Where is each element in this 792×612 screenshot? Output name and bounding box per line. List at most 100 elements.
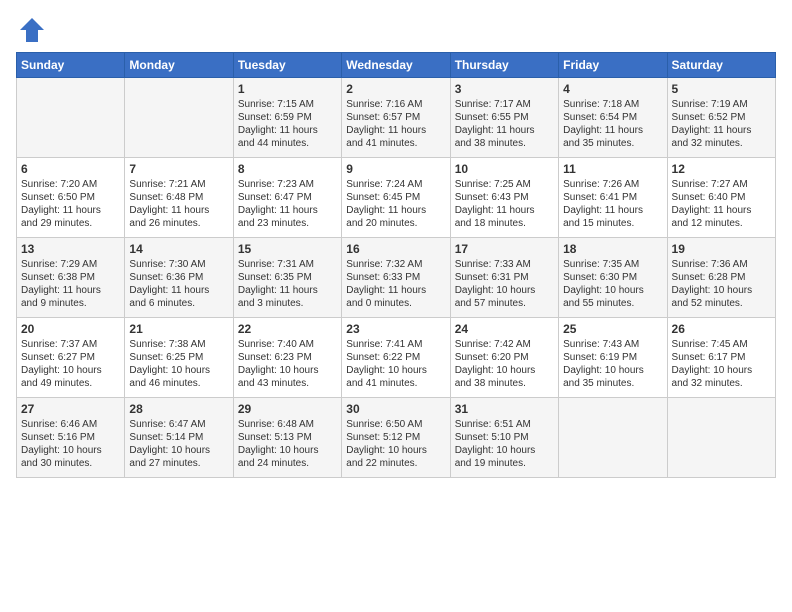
calendar-week-row: 20 Sunrise: 7:37 AM Sunset: 6:27 PM Dayli… <box>17 318 776 398</box>
day-number: 7 <box>129 162 228 176</box>
day-number: 17 <box>455 242 554 256</box>
calendar-cell: 12 Sunrise: 7:27 AM Sunset: 6:40 PM Dayli… <box>667 158 775 238</box>
calendar-cell: 24 Sunrise: 7:42 AM Sunset: 6:20 PM Dayli… <box>450 318 558 398</box>
cell-content: Sunrise: 7:24 AM Sunset: 6:45 PM Dayligh… <box>346 178 445 230</box>
cell-content: Sunrise: 7:40 AM Sunset: 6:23 PM Dayligh… <box>238 338 337 390</box>
day-number: 4 <box>563 82 662 96</box>
calendar-cell <box>559 398 667 478</box>
cell-content: Sunrise: 7:32 AM Sunset: 6:33 PM Dayligh… <box>346 258 445 310</box>
cell-content: Sunrise: 7:27 AM Sunset: 6:40 PM Dayligh… <box>672 178 771 230</box>
day-number: 27 <box>21 402 120 416</box>
calendar-cell: 15 Sunrise: 7:31 AM Sunset: 6:35 PM Dayli… <box>233 238 341 318</box>
cell-content: Sunrise: 7:23 AM Sunset: 6:47 PM Dayligh… <box>238 178 337 230</box>
calendar-cell: 27 Sunrise: 6:46 AM Sunset: 5:16 PM Dayli… <box>17 398 125 478</box>
cell-content: Sunrise: 7:41 AM Sunset: 6:22 PM Dayligh… <box>346 338 445 390</box>
day-number: 15 <box>238 242 337 256</box>
calendar-cell: 28 Sunrise: 6:47 AM Sunset: 5:14 PM Dayli… <box>125 398 233 478</box>
calendar-cell: 4 Sunrise: 7:18 AM Sunset: 6:54 PM Daylig… <box>559 78 667 158</box>
cell-content: Sunrise: 7:18 AM Sunset: 6:54 PM Dayligh… <box>563 98 662 150</box>
calendar-cell: 30 Sunrise: 6:50 AM Sunset: 5:12 PM Dayli… <box>342 398 450 478</box>
day-number: 8 <box>238 162 337 176</box>
cell-content: Sunrise: 7:19 AM Sunset: 6:52 PM Dayligh… <box>672 98 771 150</box>
calendar-cell: 26 Sunrise: 7:45 AM Sunset: 6:17 PM Dayli… <box>667 318 775 398</box>
day-number: 14 <box>129 242 228 256</box>
cell-content: Sunrise: 6:47 AM Sunset: 5:14 PM Dayligh… <box>129 418 228 470</box>
calendar-cell <box>667 398 775 478</box>
day-number: 10 <box>455 162 554 176</box>
calendar-cell: 6 Sunrise: 7:20 AM Sunset: 6:50 PM Daylig… <box>17 158 125 238</box>
cell-content: Sunrise: 7:45 AM Sunset: 6:17 PM Dayligh… <box>672 338 771 390</box>
calendar-cell: 14 Sunrise: 7:30 AM Sunset: 6:36 PM Dayli… <box>125 238 233 318</box>
cell-content: Sunrise: 6:50 AM Sunset: 5:12 PM Dayligh… <box>346 418 445 470</box>
calendar-cell: 8 Sunrise: 7:23 AM Sunset: 6:47 PM Daylig… <box>233 158 341 238</box>
page-header <box>16 16 776 44</box>
cell-content: Sunrise: 7:30 AM Sunset: 6:36 PM Dayligh… <box>129 258 228 310</box>
day-number: 12 <box>672 162 771 176</box>
header-thursday: Thursday <box>450 53 558 78</box>
cell-content: Sunrise: 7:38 AM Sunset: 6:25 PM Dayligh… <box>129 338 228 390</box>
calendar-cell: 18 Sunrise: 7:35 AM Sunset: 6:30 PM Dayli… <box>559 238 667 318</box>
calendar-cell: 23 Sunrise: 7:41 AM Sunset: 6:22 PM Dayli… <box>342 318 450 398</box>
day-number: 29 <box>238 402 337 416</box>
calendar-cell: 22 Sunrise: 7:40 AM Sunset: 6:23 PM Dayli… <box>233 318 341 398</box>
cell-content: Sunrise: 7:25 AM Sunset: 6:43 PM Dayligh… <box>455 178 554 230</box>
calendar-cell: 21 Sunrise: 7:38 AM Sunset: 6:25 PM Dayli… <box>125 318 233 398</box>
calendar-cell: 7 Sunrise: 7:21 AM Sunset: 6:48 PM Daylig… <box>125 158 233 238</box>
calendar-cell: 31Sunrise: 6:51 AM Sunset: 5:10 PM Dayli… <box>450 398 558 478</box>
calendar-cell: 25Sunrise: 7:43 AM Sunset: 6:19 PM Dayli… <box>559 318 667 398</box>
day-number: 28 <box>129 402 228 416</box>
cell-content: Sunrise: 7:33 AM Sunset: 6:31 PM Dayligh… <box>455 258 554 310</box>
calendar-cell <box>125 78 233 158</box>
day-number: 22 <box>238 322 337 336</box>
calendar-cell: 3Sunrise: 7:17 AM Sunset: 6:55 PM Daylig… <box>450 78 558 158</box>
cell-content: Sunrise: 7:26 AM Sunset: 6:41 PM Dayligh… <box>563 178 662 230</box>
day-number: 11 <box>563 162 662 176</box>
logo <box>16 16 46 44</box>
cell-content: Sunrise: 7:21 AM Sunset: 6:48 PM Dayligh… <box>129 178 228 230</box>
calendar-cell: 17 Sunrise: 7:33 AM Sunset: 6:31 PM Dayli… <box>450 238 558 318</box>
day-number: 23 <box>346 322 445 336</box>
day-number: 20 <box>21 322 120 336</box>
calendar-table: SundayMondayTuesdayWednesdayThursdayFrid… <box>16 52 776 478</box>
cell-content: Sunrise: 7:16 AM Sunset: 6:57 PM Dayligh… <box>346 98 445 150</box>
header-wednesday: Wednesday <box>342 53 450 78</box>
cell-content: Sunrise: 7:43 AM Sunset: 6:19 PM Dayligh… <box>563 338 662 390</box>
calendar-cell: 5Sunrise: 7:19 AM Sunset: 6:52 PM Daylig… <box>667 78 775 158</box>
calendar-cell: 2Sunrise: 7:16 AM Sunset: 6:57 PM Daylig… <box>342 78 450 158</box>
calendar-cell: 11 Sunrise: 7:26 AM Sunset: 6:41 PM Dayli… <box>559 158 667 238</box>
day-number: 1 <box>238 82 337 96</box>
header-friday: Friday <box>559 53 667 78</box>
day-number: 16 <box>346 242 445 256</box>
calendar-cell: 19Sunrise: 7:36 AM Sunset: 6:28 PM Dayli… <box>667 238 775 318</box>
cell-content: Sunrise: 6:46 AM Sunset: 5:16 PM Dayligh… <box>21 418 120 470</box>
header-saturday: Saturday <box>667 53 775 78</box>
header-sunday: Sunday <box>17 53 125 78</box>
calendar-week-row: 1 Sunrise: 7:15 AM Sunset: 6:59 PM Daylig… <box>17 78 776 158</box>
calendar-header-row: SundayMondayTuesdayWednesdayThursdayFrid… <box>17 53 776 78</box>
cell-content: Sunrise: 7:31 AM Sunset: 6:35 PM Dayligh… <box>238 258 337 310</box>
day-number: 30 <box>346 402 445 416</box>
calendar-cell: 13Sunrise: 7:29 AM Sunset: 6:38 PM Dayli… <box>17 238 125 318</box>
day-number: 24 <box>455 322 554 336</box>
cell-content: Sunrise: 7:36 AM Sunset: 6:28 PM Dayligh… <box>672 258 771 310</box>
day-number: 3 <box>455 82 554 96</box>
calendar-cell: 1 Sunrise: 7:15 AM Sunset: 6:59 PM Daylig… <box>233 78 341 158</box>
header-tuesday: Tuesday <box>233 53 341 78</box>
logo-icon <box>18 16 46 44</box>
day-number: 18 <box>563 242 662 256</box>
calendar-cell <box>17 78 125 158</box>
calendar-week-row: 13Sunrise: 7:29 AM Sunset: 6:38 PM Dayli… <box>17 238 776 318</box>
cell-content: Sunrise: 7:35 AM Sunset: 6:30 PM Dayligh… <box>563 258 662 310</box>
calendar-cell: 16 Sunrise: 7:32 AM Sunset: 6:33 PM Dayli… <box>342 238 450 318</box>
calendar-cell: 9Sunrise: 7:24 AM Sunset: 6:45 PM Daylig… <box>342 158 450 238</box>
day-number: 6 <box>21 162 120 176</box>
header-monday: Monday <box>125 53 233 78</box>
cell-content: Sunrise: 7:29 AM Sunset: 6:38 PM Dayligh… <box>21 258 120 310</box>
cell-content: Sunrise: 7:20 AM Sunset: 6:50 PM Dayligh… <box>21 178 120 230</box>
cell-content: Sunrise: 7:15 AM Sunset: 6:59 PM Dayligh… <box>238 98 337 150</box>
day-number: 21 <box>129 322 228 336</box>
cell-content: Sunrise: 7:37 AM Sunset: 6:27 PM Dayligh… <box>21 338 120 390</box>
day-number: 26 <box>672 322 771 336</box>
day-number: 31 <box>455 402 554 416</box>
cell-content: Sunrise: 7:42 AM Sunset: 6:20 PM Dayligh… <box>455 338 554 390</box>
